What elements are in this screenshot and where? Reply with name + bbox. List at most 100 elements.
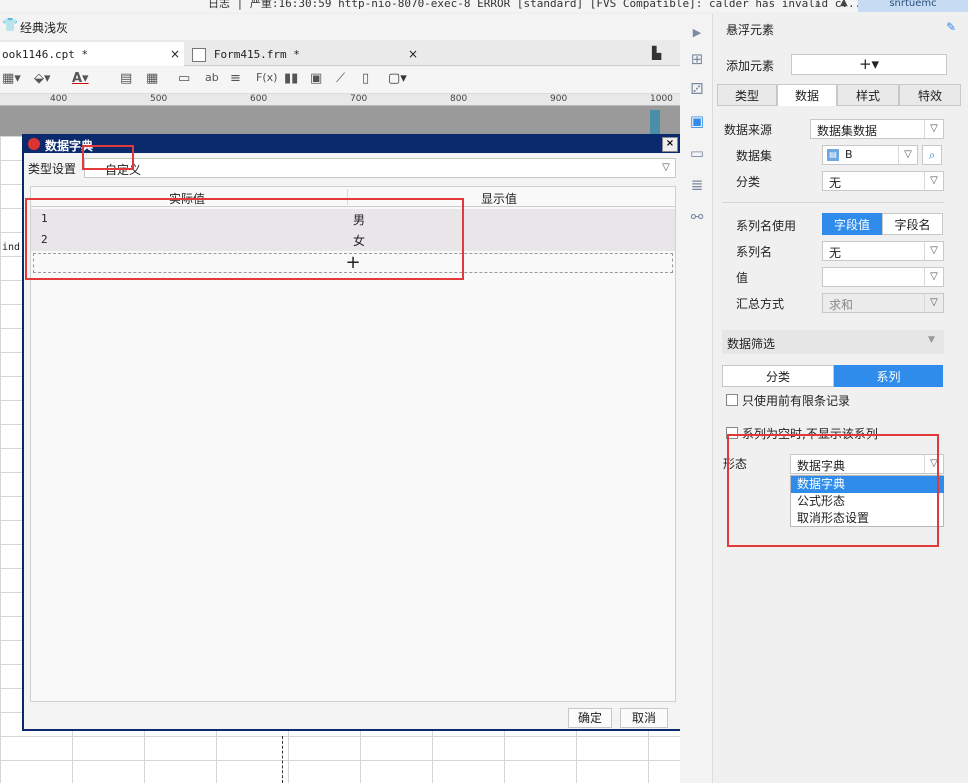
page-break-line bbox=[282, 736, 283, 783]
close-icon[interactable]: × bbox=[662, 137, 678, 152]
border-icon[interactable]: ▢▾ bbox=[388, 71, 407, 86]
dropdown-option[interactable]: 公式形态 bbox=[791, 493, 944, 510]
condition-icon[interactable]: ⚂ bbox=[688, 80, 706, 98]
scroll-marker bbox=[650, 110, 660, 136]
dataset-select[interactable]: ▤ B ▽ bbox=[822, 145, 918, 165]
table-icon[interactable]: ▦ bbox=[146, 71, 158, 86]
dialog-titlebar[interactable]: 数据字典 × bbox=[24, 136, 680, 153]
select-value: 数据字典 bbox=[797, 459, 846, 473]
textfield-icon[interactable]: ▭ bbox=[178, 71, 190, 86]
theme-label[interactable]: 经典浅灰 bbox=[20, 19, 68, 36]
formula-icon[interactable]: F(x) bbox=[256, 71, 277, 84]
ruler-tick: 500 bbox=[150, 94, 168, 104]
tab-data[interactable]: 数据 bbox=[777, 84, 837, 106]
select-value: 求和 bbox=[829, 298, 854, 312]
tab-form415[interactable]: Form415.frm * × bbox=[188, 42, 428, 66]
filter-tab-series[interactable]: 系列 bbox=[834, 365, 943, 387]
series-field-name-option[interactable]: 字段名 bbox=[882, 213, 943, 235]
dialog-title: 数据字典 bbox=[45, 139, 94, 153]
chevron-down-icon: ▽ bbox=[924, 268, 943, 286]
dictionary-table: 实际值 显示值 1 男 2 女 + bbox=[30, 186, 676, 702]
type-select-value: 自定义 bbox=[105, 163, 142, 177]
type-label: 类型设置 bbox=[28, 162, 77, 176]
form-file-icon bbox=[192, 47, 206, 62]
dataset-label: 数据集 bbox=[736, 149, 773, 163]
search-icon[interactable]: ⌕ bbox=[815, 0, 821, 11]
search-icon: ⌕ bbox=[928, 148, 936, 162]
edit-icon[interactable]: ✎ bbox=[946, 20, 956, 34]
data-source-label: 数据来源 bbox=[724, 123, 773, 137]
ruler-tick: 1000 bbox=[650, 94, 673, 104]
tab-book1146[interactable]: ook1146.cpt * × bbox=[0, 42, 184, 66]
ok-button[interactable]: 确定 bbox=[568, 708, 612, 728]
hide-empty-label: 系列为空时,不显示该系列 bbox=[742, 427, 878, 441]
tab-label: Form415.frm * bbox=[213, 48, 300, 61]
panel-title: 悬浮元素 bbox=[726, 23, 775, 37]
tab-menu-icon[interactable]: ▙ bbox=[652, 46, 661, 60]
chevron-down-icon: ▽ bbox=[924, 172, 943, 190]
add-element-label: 添加元素 bbox=[726, 59, 775, 73]
widget-icon[interactable]: ▭ bbox=[688, 144, 706, 162]
close-icon[interactable]: × bbox=[408, 42, 418, 66]
ruler-tick: 400 bbox=[50, 94, 68, 104]
image-icon[interactable]: ▣ bbox=[310, 71, 322, 86]
select-value: 无 bbox=[829, 176, 842, 190]
tab-type[interactable]: 类型 bbox=[717, 84, 777, 106]
dropdown-option[interactable]: 数据字典 bbox=[791, 476, 944, 493]
text-icon[interactable]: ab bbox=[205, 71, 219, 84]
dropdown-option[interactable]: 取消形态设置 bbox=[791, 510, 944, 527]
tab-style[interactable]: 样式 bbox=[837, 84, 899, 106]
table-row[interactable]: 2 女 bbox=[31, 230, 675, 251]
align-icon[interactable]: ≡ bbox=[230, 71, 241, 86]
series-field-value-option[interactable]: 字段值 bbox=[822, 213, 882, 235]
filter-header-label: 数据筛选 bbox=[727, 337, 776, 351]
value-select[interactable]: ▽ bbox=[822, 267, 944, 287]
form-dropdown-list: 数据字典 公式形态 取消形态设置 bbox=[790, 475, 944, 527]
link-icon[interactable]: ⚯ bbox=[688, 208, 706, 226]
cell-text: ind bbox=[2, 242, 21, 253]
type-select[interactable]: 自定义 ▽ bbox=[84, 158, 676, 178]
log-message: 日志 | 严重:16:30:59 http-nio-8070-exec-8 ER… bbox=[208, 0, 862, 10]
grid-icon[interactable]: ▦▾ bbox=[2, 71, 21, 86]
canvas-margin bbox=[0, 106, 680, 136]
actual-value: 1 bbox=[41, 212, 48, 225]
font-color-icon[interactable]: A▾ bbox=[72, 71, 89, 86]
form-label: 形态 bbox=[723, 457, 748, 471]
summary-select[interactable]: 求和 ▽ bbox=[822, 293, 944, 313]
float-element-panel: 悬浮元素 ✎ 添加元素 +▾ 类型 数据 样式 特效 数据来源 数据集数据 ▽ … bbox=[714, 14, 968, 783]
bell-icon[interactable]: ▲ bbox=[840, 0, 848, 8]
filter-tab-category[interactable]: 分类 bbox=[722, 365, 834, 387]
fill-color-icon[interactable]: ⬙▾ bbox=[34, 71, 51, 86]
only-top-checkbox[interactable] bbox=[726, 394, 738, 406]
form-settings-icon[interactable]: ≣ bbox=[688, 176, 706, 194]
cancel-button[interactable]: 取消 bbox=[620, 708, 668, 728]
data-source-select[interactable]: 数据集数据 ▽ bbox=[810, 119, 944, 139]
slash-icon[interactable]: ⟋ bbox=[336, 71, 345, 86]
dataset-search-button[interactable]: ⌕ bbox=[922, 145, 942, 165]
shirt-icon: 👕 bbox=[2, 18, 19, 33]
table-row[interactable]: 1 男 bbox=[31, 209, 675, 230]
series-name-select[interactable]: 无 ▽ bbox=[822, 241, 944, 261]
category-select[interactable]: 无 ▽ bbox=[822, 171, 944, 191]
tab-effects[interactable]: 特效 bbox=[899, 84, 961, 106]
hide-empty-checkbox[interactable] bbox=[726, 427, 738, 439]
expand-icon[interactable]: ▶ bbox=[688, 24, 706, 42]
display-value: 男 bbox=[353, 213, 366, 227]
form-select[interactable]: 数据字典 ▽ bbox=[790, 454, 944, 474]
theme-bar: 👕 经典浅灰 bbox=[0, 14, 680, 40]
display-value: 女 bbox=[353, 234, 366, 248]
chart-icon[interactable]: ▮▮ bbox=[284, 71, 298, 86]
series-name-label: 系列名 bbox=[736, 245, 773, 259]
collapse-icon[interactable]: ▼ bbox=[928, 335, 935, 345]
close-icon[interactable]: × bbox=[170, 42, 180, 66]
user-badge[interactable]: snrtuemc bbox=[858, 0, 968, 12]
form-icon[interactable]: ▤ bbox=[120, 71, 132, 86]
add-row-button[interactable]: + bbox=[33, 253, 673, 273]
cell-attr-icon[interactable]: ⊞ bbox=[688, 50, 706, 68]
chevron-down-icon: ▽ bbox=[898, 146, 917, 164]
float-element-icon[interactable]: ▣ bbox=[688, 112, 706, 130]
filter-section-header[interactable]: 数据筛选 ▼ bbox=[722, 330, 944, 354]
doc-icon[interactable]: ▯ bbox=[362, 71, 369, 86]
summary-label: 汇总方式 bbox=[736, 297, 785, 311]
add-element-button[interactable]: +▾ bbox=[791, 54, 947, 75]
